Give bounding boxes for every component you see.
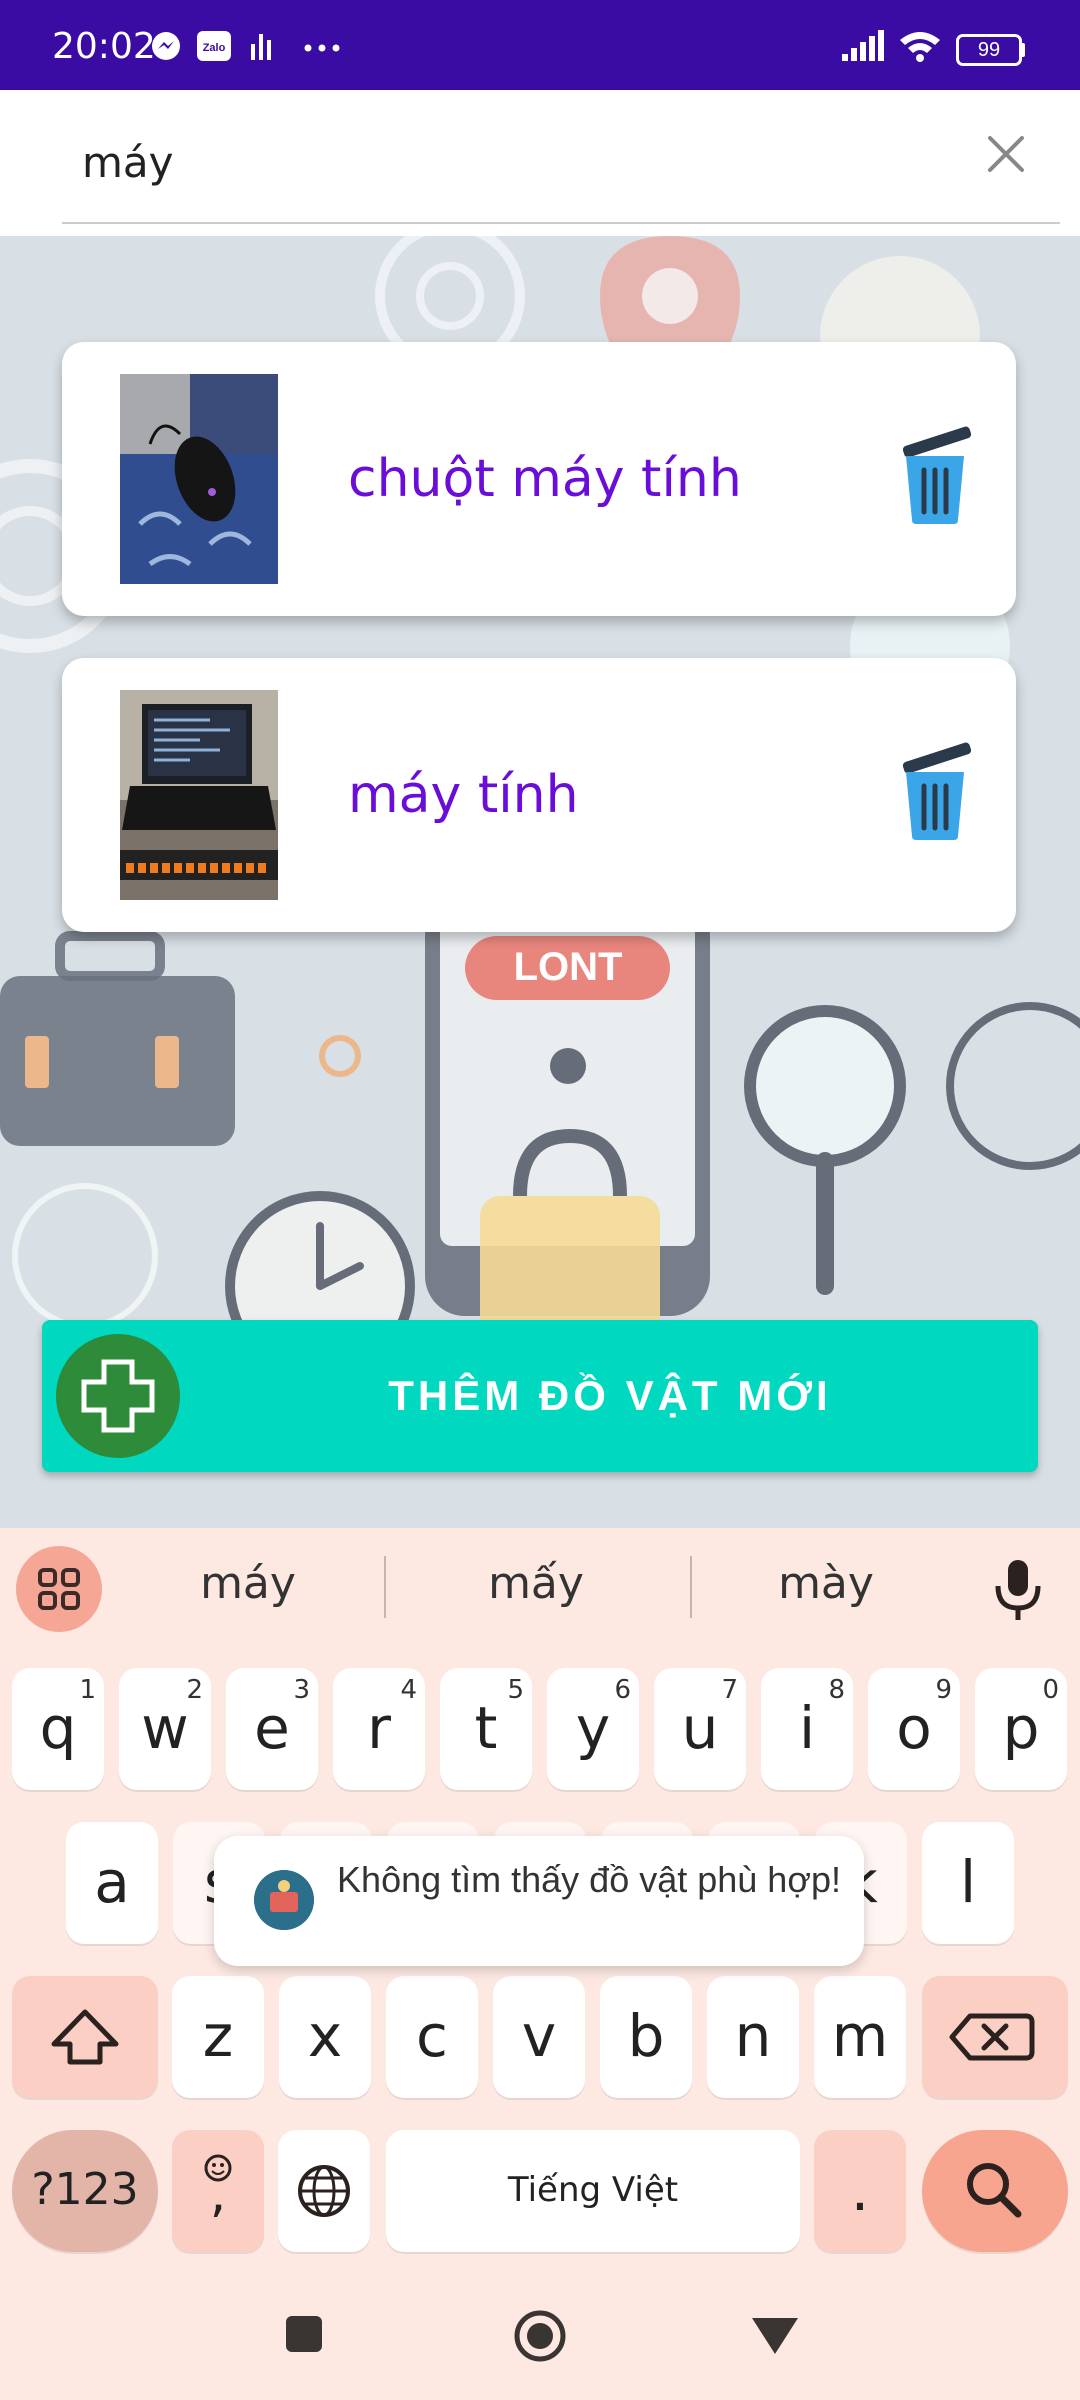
back-icon[interactable]: [750, 2314, 800, 2358]
key-w[interactable]: w2: [119, 1668, 211, 1790]
key-c[interactable]: c: [386, 1976, 478, 2098]
backspace-icon: [949, 2013, 1035, 2061]
add-button-label: THÊM ĐỒ VẬT MỚI: [388, 1372, 832, 1419]
key-q[interactable]: q1: [12, 1668, 104, 1790]
key-hint: 2: [186, 1675, 203, 1705]
key-r[interactable]: r4: [333, 1668, 425, 1790]
search-icon: [967, 2163, 1022, 2218]
suggestion-divider: [384, 1556, 386, 1618]
item-name: máy tính: [348, 765, 579, 825]
search-bar: [0, 90, 1080, 236]
key-p[interactable]: p0: [975, 1668, 1067, 1790]
battery-indicator: 99: [956, 34, 1022, 66]
shift-key[interactable]: [12, 1976, 158, 2098]
language-key[interactable]: [278, 2130, 370, 2252]
battery-tip: [1020, 43, 1025, 57]
toast-text: Không tìm thấy đồ vật phù hợp!: [337, 1859, 841, 1900]
key-label: q: [39, 1694, 77, 1762]
key-hint: 9: [935, 1675, 952, 1705]
item-name: chuột máy tính: [348, 449, 742, 509]
search-input[interactable]: [82, 132, 962, 192]
system-nav-bar: [0, 2290, 1080, 2400]
key-label: r: [367, 1694, 391, 1762]
status-bar: 20:02 Zalo 99: [0, 0, 1080, 90]
backspace-key[interactable]: [922, 1976, 1068, 2098]
search-underline: [62, 222, 1060, 224]
key-label: w: [141, 1694, 189, 1762]
suggestion-strip: máy mấy mày: [0, 1528, 1080, 1648]
search-action-key[interactable]: [922, 2130, 1068, 2252]
key-hint: 1: [79, 1675, 96, 1705]
key-hint: 5: [507, 1675, 524, 1705]
shift-icon: [51, 2009, 119, 2065]
suggestion-divider: [690, 1556, 692, 1618]
key-hint: 6: [614, 1675, 631, 1705]
key-n[interactable]: n: [707, 1976, 799, 2098]
key-v[interactable]: v: [493, 1976, 585, 2098]
globe-icon: [298, 2165, 350, 2217]
key-m[interactable]: m: [814, 1976, 906, 2098]
wifi-icon: [900, 32, 940, 62]
clear-search-icon[interactable]: [980, 128, 1032, 180]
item-card[interactable]: máy tính: [62, 658, 1016, 932]
key-label: e: [254, 1694, 290, 1762]
key-hint: 3: [293, 1675, 310, 1705]
home-icon[interactable]: [512, 2308, 568, 2364]
suggestion-3[interactable]: mày: [696, 1558, 956, 1609]
comma-label: ,: [209, 2164, 227, 2224]
status-time: 20:02: [52, 26, 156, 67]
app-icon: [254, 1870, 314, 1930]
grid-icon: [38, 1568, 80, 1610]
key-e[interactable]: e3: [226, 1668, 318, 1790]
plus-icon: [81, 1359, 155, 1433]
symbols-key[interactable]: ?123: [12, 2130, 158, 2252]
period-key[interactable]: .: [814, 2130, 906, 2252]
key-label: u: [681, 1694, 719, 1762]
suggestion-2[interactable]: mấy: [406, 1558, 666, 1609]
key-hint: 8: [828, 1675, 845, 1705]
signal-icon: [842, 30, 884, 61]
microphone-icon[interactable]: [990, 1554, 1046, 1624]
space-key[interactable]: Tiếng Việt: [386, 2130, 800, 2252]
zalo-icon: Zalo: [197, 31, 231, 61]
key-u[interactable]: u7: [654, 1668, 746, 1790]
delete-trash-icon[interactable]: [892, 742, 978, 842]
key-i[interactable]: i8: [761, 1668, 853, 1790]
more-dots-icon: [304, 44, 340, 52]
key-z[interactable]: z: [172, 1976, 264, 2098]
key-o[interactable]: o9: [868, 1668, 960, 1790]
keyboard-apps-button[interactable]: [16, 1546, 102, 1632]
key-l[interactable]: l: [922, 1822, 1014, 1944]
battery-level: 99: [977, 39, 1001, 61]
key-label: y: [575, 1694, 611, 1762]
item-card[interactable]: chuột máy tính: [62, 342, 1016, 616]
key-x[interactable]: x: [279, 1976, 371, 2098]
key-hint: 7: [721, 1675, 738, 1705]
key-b[interactable]: b: [600, 1976, 692, 2098]
add-circle: [56, 1334, 180, 1458]
mouse-photo-thumbnail: [120, 374, 278, 584]
emoji-comma-key[interactable]: ,: [172, 2130, 264, 2252]
activity-icon: [251, 34, 271, 60]
key-hint: 4: [400, 1675, 417, 1705]
key-label: t: [474, 1694, 498, 1762]
toast-message: Không tìm thấy đồ vật phù hợp!: [214, 1836, 864, 1966]
add-new-item-button[interactable]: THÊM ĐỒ VẬT MỚI: [42, 1320, 1038, 1472]
recents-icon[interactable]: [284, 2314, 324, 2354]
key-hint: 0: [1042, 1675, 1059, 1705]
laptop-photo-thumbnail: [120, 690, 278, 900]
key-label: p: [1002, 1694, 1040, 1762]
suggestion-1[interactable]: máy: [118, 1558, 378, 1609]
key-label: o: [896, 1694, 932, 1762]
messenger-icon: [152, 32, 180, 60]
key-a[interactable]: a: [66, 1822, 158, 1944]
key-y[interactable]: y6: [547, 1668, 639, 1790]
zalo-icon-label: Zalo: [203, 42, 226, 54]
key-t[interactable]: t5: [440, 1668, 532, 1790]
key-label: i: [798, 1694, 816, 1762]
delete-trash-icon[interactable]: [892, 426, 978, 526]
